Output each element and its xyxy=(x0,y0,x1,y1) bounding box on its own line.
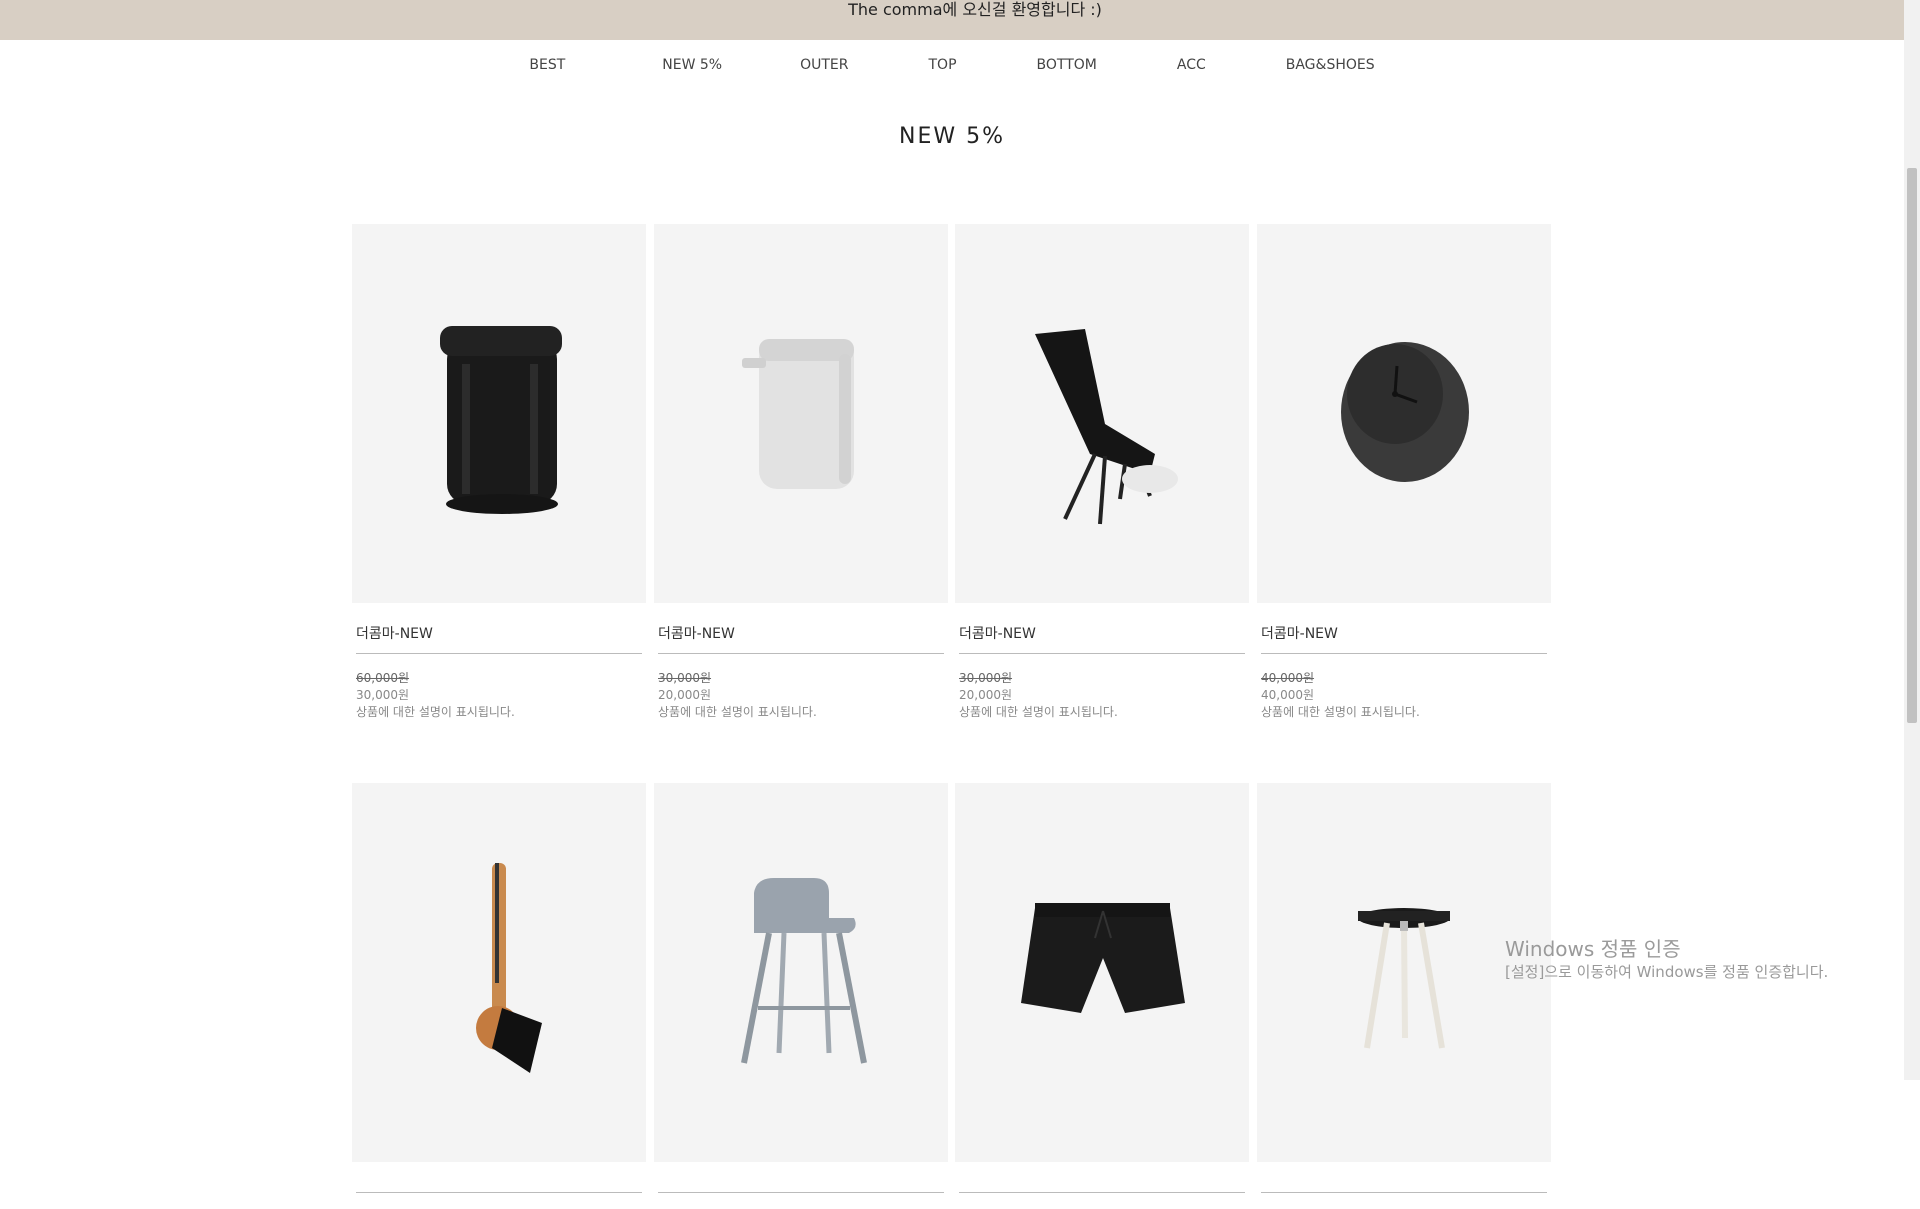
product-description: 상품에 대한 설명이 표시됩니다. xyxy=(356,705,515,719)
product-name[interactable] xyxy=(356,1182,642,1193)
product-name[interactable]: 더콤마-NEW xyxy=(356,623,642,654)
nav-item-outer[interactable]: OUTER xyxy=(800,57,848,73)
product-image-brush[interactable] xyxy=(352,783,646,1162)
product-name[interactable] xyxy=(658,1182,944,1193)
product-image-dispenser[interactable] xyxy=(654,224,948,603)
product-name[interactable] xyxy=(1261,1182,1547,1193)
product-image-clock[interactable] xyxy=(1257,224,1551,603)
product-card[interactable]: 더콤마-NEW 40,000원 40,000원 상품에 대한 설명이 표시됩니다… xyxy=(1257,224,1551,720)
product-name[interactable]: 더콤마-NEW xyxy=(658,623,944,654)
product-original-price: 60,000원 xyxy=(356,671,410,685)
product-description: 상품에 대한 설명이 표시됩니다. xyxy=(658,705,817,719)
product-name[interactable]: 더콤마-NEW xyxy=(959,623,1245,654)
product-name[interactable]: 더콤마-NEW xyxy=(1261,623,1547,654)
product-card[interactable]: 더콤마-NEW 60,000원 30,000원 상품에 대한 설명이 표시됩니다… xyxy=(352,224,646,720)
category-nav: BEST NEW 5% OUTER TOP BOTTOM ACC BAG&SHO… xyxy=(0,40,1904,90)
product-card[interactable] xyxy=(654,783,948,1209)
scrollbar-thumb[interactable] xyxy=(1907,168,1917,723)
product-price: 20,000원 xyxy=(658,688,712,702)
vertical-scrollbar[interactable] xyxy=(1904,0,1920,1080)
product-name[interactable] xyxy=(959,1182,1245,1193)
watermark-title: Windows 정품 인증 xyxy=(1505,937,1681,961)
nav-item-acc[interactable]: ACC xyxy=(1177,57,1206,73)
page-title: NEW 5% xyxy=(898,124,1005,149)
product-card[interactable]: 더콤마-NEW 30,000원 20,000원 상품에 대한 설명이 표시됩니다… xyxy=(654,224,948,720)
watermark-subtitle: [설정]으로 이동하여 Windows를 정품 인증합니다. xyxy=(1505,963,1829,981)
windows-activation-watermark: Windows 정품 인증 [설정]으로 이동하여 Windows를 정품 인증… xyxy=(1505,936,1828,982)
product-image-stool[interactable] xyxy=(654,783,948,1162)
product-price: 20,000원 xyxy=(959,688,1013,702)
product-card[interactable]: 더콤마-NEW 30,000원 20,000원 상품에 대한 설명이 표시됩니다… xyxy=(955,224,1249,720)
welcome-banner: The comma에 오신걸 환영합니다 :) xyxy=(0,0,1904,40)
product-price: 30,000원 xyxy=(356,688,410,702)
product-description: 상품에 대한 설명이 표시됩니다. xyxy=(959,705,1118,719)
welcome-text: The comma에 오신걸 환영합니다 :) xyxy=(848,0,1102,19)
nav-item-best[interactable]: BEST xyxy=(529,57,565,73)
nav-item-top[interactable]: TOP xyxy=(929,57,957,73)
product-image-shorts[interactable] xyxy=(955,783,1249,1162)
product-original-price: 30,000원 xyxy=(658,671,712,685)
product-description: 상품에 대한 설명이 표시됩니다. xyxy=(1261,705,1420,719)
nav-item-bottom[interactable]: BOTTOM xyxy=(1037,57,1097,73)
product-card[interactable] xyxy=(352,783,646,1209)
nav-item-new[interactable]: NEW 5% xyxy=(662,57,722,73)
product-price: 40,000원 xyxy=(1261,688,1315,702)
nav-item-bag-shoes[interactable]: BAG&SHOES xyxy=(1286,57,1375,73)
product-image-chair[interactable] xyxy=(955,224,1249,603)
product-original-price: 30,000원 xyxy=(959,671,1013,685)
product-card[interactable] xyxy=(1257,783,1551,1209)
product-original-price: 40,000원 xyxy=(1261,671,1315,685)
product-image-backpack[interactable] xyxy=(352,224,646,603)
product-card[interactable] xyxy=(955,783,1249,1209)
